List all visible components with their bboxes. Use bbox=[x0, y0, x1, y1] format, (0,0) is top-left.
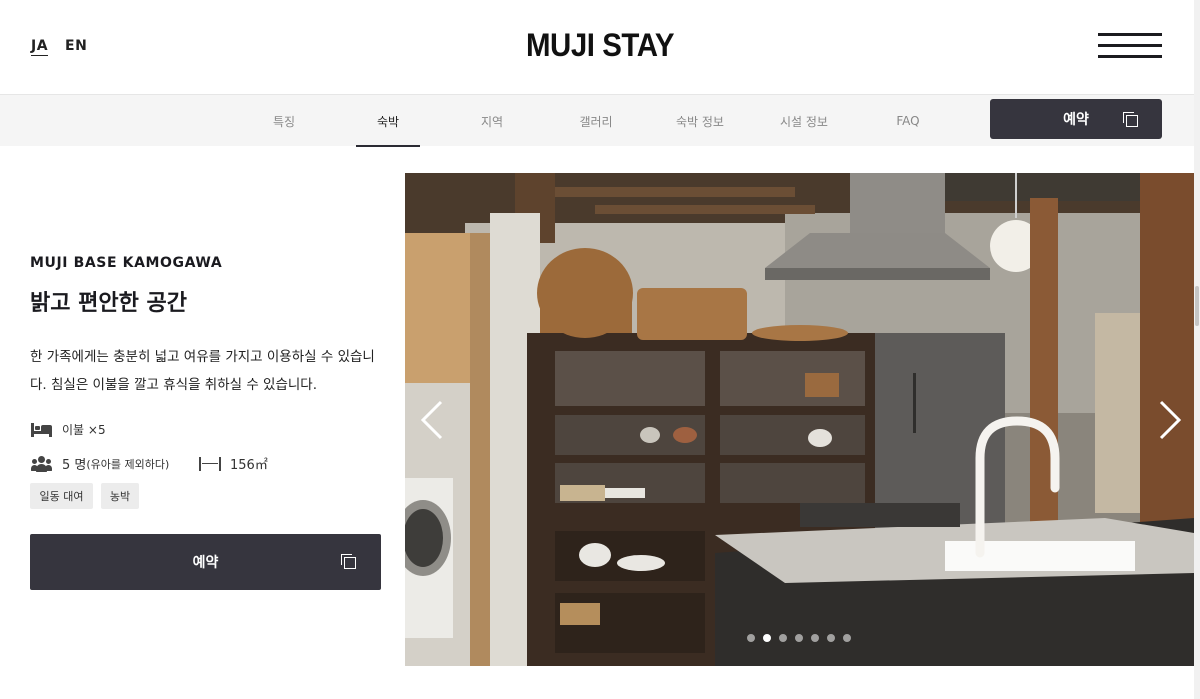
bed-icon bbox=[31, 422, 52, 437]
carousel-dot[interactable] bbox=[779, 634, 787, 642]
area-value: 156㎡ bbox=[230, 458, 268, 473]
section-nav: 특징 숙박 지역 갤러리 숙박 정보 시설 정보 FAQ 예약 bbox=[0, 94, 1194, 147]
beds-spec: 이불 ×5 bbox=[31, 421, 106, 438]
carousel-next-arrow-icon[interactable] bbox=[1155, 399, 1185, 441]
reserve-label: 예약 bbox=[192, 555, 219, 571]
carousel-dot[interactable] bbox=[795, 634, 803, 642]
site-header: JA EN MUJI STAY bbox=[0, 0, 1200, 94]
external-window-icon bbox=[1123, 112, 1138, 127]
kitchen-photo bbox=[405, 173, 1194, 666]
tab-stay-info[interactable]: 숙박 정보 bbox=[668, 95, 732, 147]
guests-note: (유아를 제외하다) bbox=[86, 457, 170, 471]
carousel-dot[interactable] bbox=[747, 634, 755, 642]
tab-facility-info[interactable]: 시설 정보 bbox=[772, 95, 836, 147]
beds-value: 이불 ×5 bbox=[62, 423, 106, 437]
room-description: 한 가족에게는 충분히 넓고 여유를 가지고 이용하실 수 있습니다. 침실은 … bbox=[30, 349, 375, 393]
reserve-button[interactable]: 예약 bbox=[30, 534, 381, 590]
carousel-dot[interactable] bbox=[827, 634, 835, 642]
carousel-dot[interactable] bbox=[843, 634, 851, 642]
menu-icon[interactable] bbox=[1098, 33, 1162, 60]
carousel-dot[interactable] bbox=[811, 634, 819, 642]
site-logo[interactable]: MUJI STAY bbox=[48, 27, 1152, 64]
area-spec: 156㎡ bbox=[199, 454, 268, 473]
tab-stay[interactable]: 숙박 bbox=[356, 95, 420, 147]
carousel-prev-arrow-icon[interactable] bbox=[417, 399, 447, 441]
floor-area-icon bbox=[199, 456, 221, 471]
tag-whole-rental: 일동 대여 bbox=[30, 483, 93, 509]
people-icon bbox=[31, 455, 52, 472]
external-window-icon bbox=[341, 554, 356, 569]
carousel-pagination bbox=[747, 634, 851, 642]
carousel-dot-active[interactable] bbox=[763, 634, 771, 642]
nav-reserve-label: 예약 bbox=[1063, 112, 1089, 128]
tag-farm-stay: 농박 bbox=[101, 483, 139, 509]
guests-spec: 5 명 (유아를 제외하다) bbox=[31, 454, 169, 473]
page-scrollbar[interactable] bbox=[1194, 0, 1200, 699]
property-name: MUJI BASE KAMOGAWA bbox=[30, 255, 223, 271]
tab-area[interactable]: 지역 bbox=[460, 95, 524, 147]
photo-carousel[interactable] bbox=[405, 173, 1194, 666]
guests-count: 5 명 bbox=[62, 458, 87, 473]
lang-ja-link[interactable]: JA bbox=[31, 38, 49, 56]
tab-gallery[interactable]: 갤러리 bbox=[564, 95, 628, 147]
nav-reserve-button[interactable]: 예약 bbox=[990, 99, 1162, 139]
room-title: 밝고 편안한 공간 bbox=[30, 291, 187, 316]
tab-features[interactable]: 특징 bbox=[252, 95, 316, 147]
page-scrollbar-thumb[interactable] bbox=[1195, 286, 1199, 326]
tab-faq[interactable]: FAQ bbox=[876, 95, 940, 147]
